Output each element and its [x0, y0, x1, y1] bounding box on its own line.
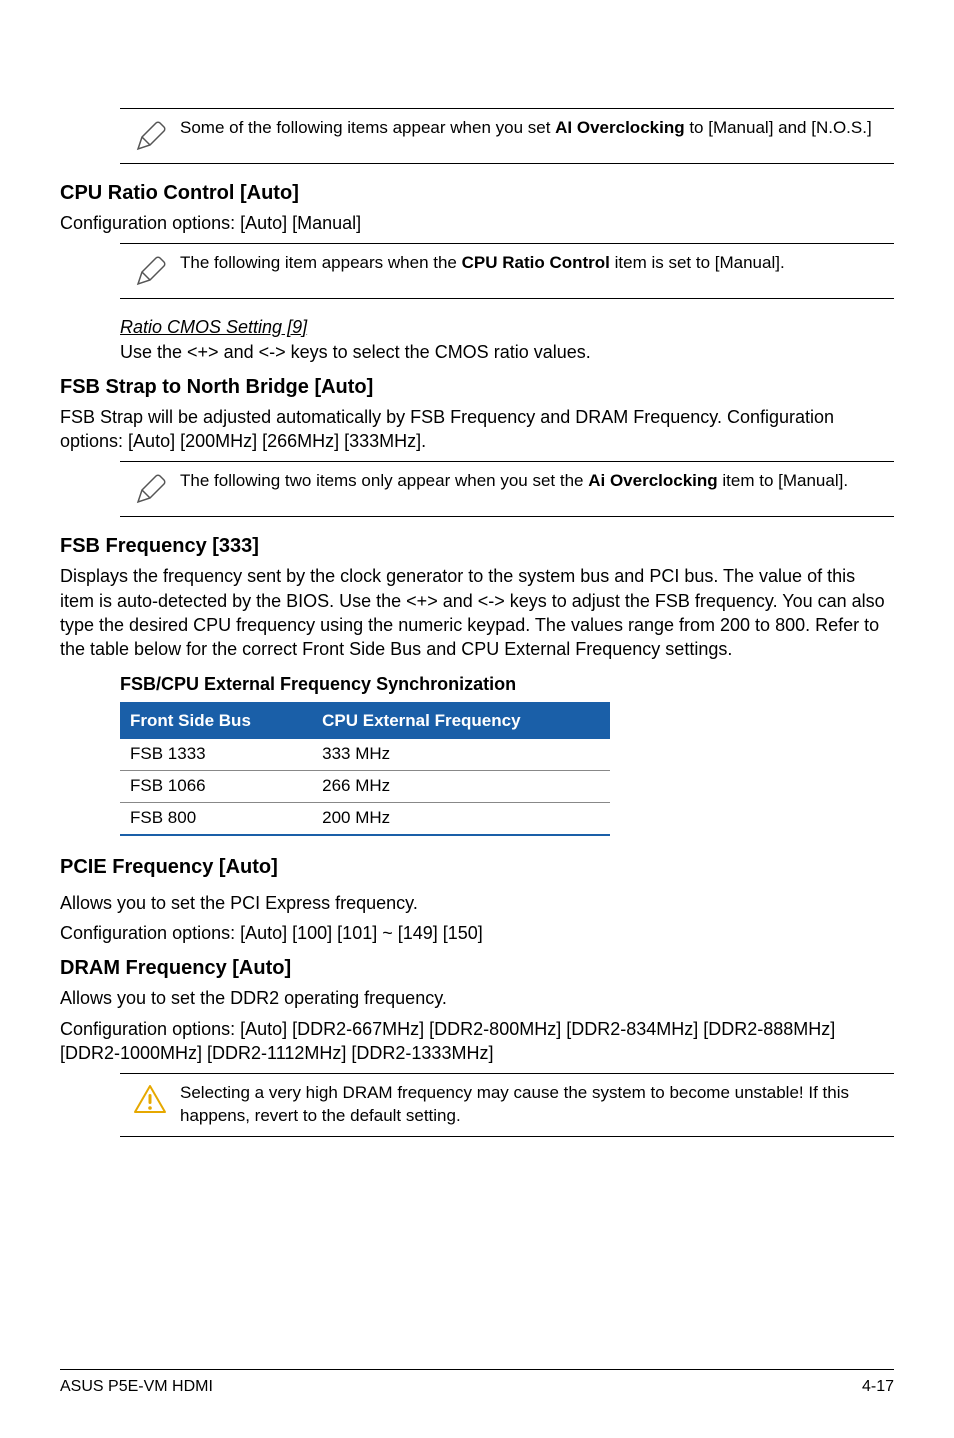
note-overclocking: Some of the following items appear when …	[120, 108, 894, 164]
table-cell: FSB 800	[120, 802, 312, 834]
heading-fsb-strap: FSB Strap to North Bridge [Auto]	[60, 374, 894, 401]
warning-text: Selecting a very high DRAM frequency may…	[180, 1082, 894, 1128]
table-row: FSB 1066 266 MHz	[120, 770, 610, 802]
table-row: FSB 800 200 MHz	[120, 802, 610, 834]
block-ratio-cmos: Ratio CMOS Setting [9] Use the <+> and <…	[120, 315, 894, 364]
note-text: The following item appears when the CPU …	[180, 252, 894, 275]
pencil-icon	[120, 117, 180, 155]
table-header: CPU External Frequency	[312, 703, 610, 739]
table-cell: FSB 1333	[120, 739, 312, 770]
heading-dram: DRAM Frequency [Auto]	[60, 955, 894, 982]
table-row: FSB 1333 333 MHz	[120, 739, 610, 770]
text-dram-1: Allows you to set the DDR2 operating fre…	[60, 986, 894, 1010]
heading-cpu-ratio: CPU Ratio Control [Auto]	[60, 180, 894, 207]
heading-ratio-cmos: Ratio CMOS Setting [9]	[120, 315, 894, 339]
table-cell: 333 MHz	[312, 739, 610, 770]
table-header: Front Side Bus	[120, 703, 312, 739]
page-footer: ASUS P5E-VM HDMI 4-17	[60, 1369, 894, 1398]
note-text: Some of the following items appear when …	[180, 117, 894, 140]
text-pcie-2: Configuration options: [Auto] [100] [101…	[60, 921, 894, 945]
pencil-icon	[120, 252, 180, 290]
text-pcie-1: Allows you to set the PCI Express freque…	[60, 891, 894, 915]
footer-right: 4-17	[862, 1376, 894, 1398]
text-fsb-strap: FSB Strap will be adjusted automatically…	[60, 405, 894, 454]
heading-pcie: PCIE Frequency [Auto]	[60, 854, 894, 881]
freq-table: Front Side Bus CPU External Frequency FS…	[120, 702, 610, 836]
note-text: The following two items only appear when…	[180, 470, 894, 493]
note-ai-overclocking: The following two items only appear when…	[120, 461, 894, 517]
table-caption: FSB/CPU External Frequency Synchronizati…	[120, 672, 894, 696]
table-cell: 266 MHz	[312, 770, 610, 802]
table-cell: FSB 1066	[120, 770, 312, 802]
text-cpu-ratio: Configuration options: [Auto] [Manual]	[60, 211, 894, 235]
pencil-icon	[120, 470, 180, 508]
note-cpu-ratio: The following item appears when the CPU …	[120, 243, 894, 299]
warning-dram: Selecting a very high DRAM frequency may…	[120, 1073, 894, 1137]
text-dram-2: Configuration options: [Auto] [DDR2-667M…	[60, 1017, 894, 1066]
text-fsb-freq: Displays the frequency sent by the clock…	[60, 564, 894, 661]
table-cell: 200 MHz	[312, 802, 610, 834]
footer-left: ASUS P5E-VM HDMI	[60, 1376, 213, 1398]
text-ratio-cmos: Use the <+> and <-> keys to select the C…	[120, 340, 894, 364]
heading-fsb-freq: FSB Frequency [333]	[60, 533, 894, 560]
warning-icon	[120, 1082, 180, 1118]
